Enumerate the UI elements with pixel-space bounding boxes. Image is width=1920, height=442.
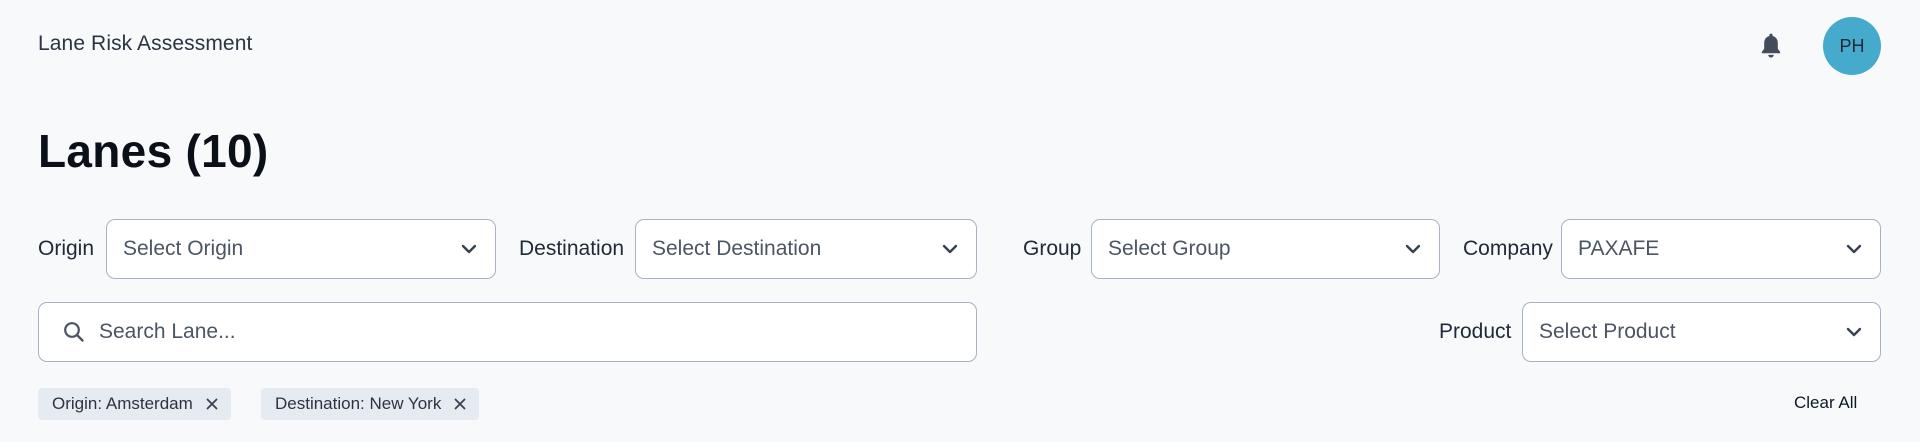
chevron-down-icon bbox=[1844, 322, 1864, 342]
company-label: Company bbox=[1463, 237, 1553, 260]
chevron-down-icon bbox=[940, 239, 960, 259]
product-select[interactable]: Select Product bbox=[1522, 302, 1881, 362]
avatar[interactable]: PH bbox=[1823, 17, 1881, 75]
page-title: Lanes (10) bbox=[38, 125, 269, 177]
close-icon[interactable] bbox=[453, 397, 467, 411]
group-label: Group bbox=[1023, 237, 1082, 260]
company-select-value: PAXAFE bbox=[1578, 237, 1660, 260]
group-select[interactable]: Select Group bbox=[1091, 219, 1440, 279]
origin-label: Origin bbox=[38, 237, 95, 260]
search-lane-field[interactable] bbox=[38, 302, 977, 362]
product-label: Product bbox=[1439, 320, 1512, 343]
origin-select[interactable]: Select Origin bbox=[106, 219, 496, 279]
bell-icon[interactable] bbox=[1757, 31, 1785, 61]
close-icon[interactable] bbox=[205, 397, 219, 411]
filter-chip-destination: Destination: New York bbox=[261, 388, 480, 420]
group-select-value: Select Group bbox=[1108, 237, 1231, 260]
top-bar: Lane Risk Assessment PH bbox=[0, 0, 1920, 92]
app-title: Lane Risk Assessment bbox=[38, 32, 253, 55]
clear-all-button[interactable]: Clear All bbox=[1794, 393, 1857, 413]
chevron-down-icon bbox=[459, 239, 479, 259]
destination-select[interactable]: Select Destination bbox=[635, 219, 977, 279]
chevron-down-icon bbox=[1403, 239, 1423, 259]
search-lane-input[interactable] bbox=[99, 303, 976, 361]
avatar-initials: PH bbox=[1839, 35, 1865, 56]
filter-chip-origin: Origin: Amsterdam bbox=[38, 388, 231, 420]
product-select-value: Select Product bbox=[1539, 320, 1676, 343]
search-icon bbox=[63, 320, 87, 344]
origin-select-value: Select Origin bbox=[123, 237, 244, 260]
filter-chip-label: Destination: New York bbox=[275, 394, 442, 413]
destination-label: Destination bbox=[519, 237, 625, 260]
destination-select-value: Select Destination bbox=[652, 237, 822, 260]
filter-chip-label: Origin: Amsterdam bbox=[52, 394, 193, 413]
chevron-down-icon bbox=[1844, 239, 1864, 259]
company-select[interactable]: PAXAFE bbox=[1561, 219, 1881, 279]
